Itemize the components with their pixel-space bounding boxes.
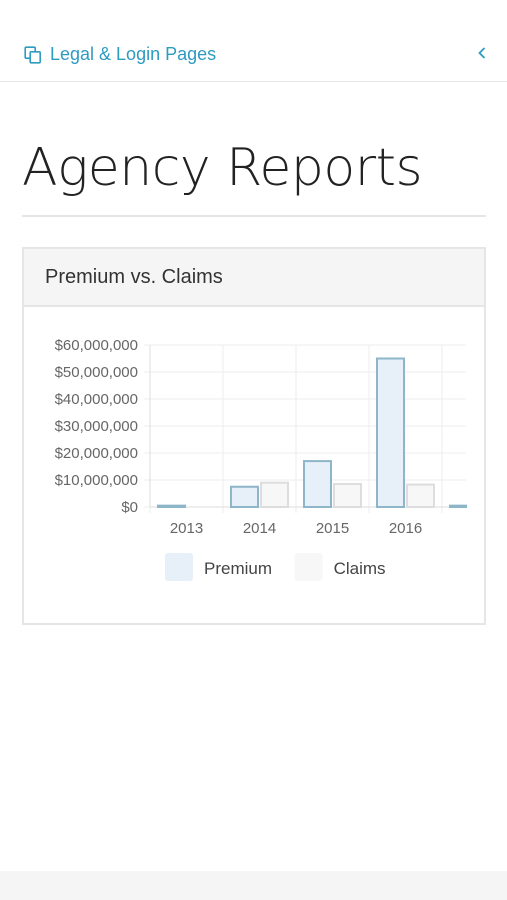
bar-premium xyxy=(157,504,186,508)
top-bar: Legal & Login Pages xyxy=(0,0,507,82)
x-tick-label: 2014 xyxy=(243,520,276,537)
footer-band xyxy=(0,871,507,900)
bar-premium xyxy=(449,504,467,508)
bar-premium xyxy=(376,357,405,508)
x-tick-label: 2016 xyxy=(389,520,422,537)
breadcrumb-label: Legal & Login Pages xyxy=(50,44,217,64)
y-tick-label: $30,000,000 xyxy=(55,418,138,435)
chevron-left-icon xyxy=(478,47,486,59)
bar-claims xyxy=(406,483,435,508)
copy-pages-icon xyxy=(24,45,41,64)
bar-premium xyxy=(230,485,259,508)
y-tick-label: $20,000,000 xyxy=(55,445,138,462)
breadcrumb-link[interactable]: Legal & Login Pages xyxy=(24,44,216,65)
x-tick-label: 2013 xyxy=(170,520,203,537)
page-title: Agency Reports xyxy=(22,138,423,198)
bar-claims xyxy=(333,483,362,509)
premium-claims-chart: $0 $10,000,000 $20,000,000 $30,000,000 $40,0… xyxy=(55,337,467,581)
y-tick-label: $10,000,000 xyxy=(55,472,138,489)
bar-premium xyxy=(303,460,332,509)
legend-label-premium: Premium xyxy=(204,559,272,578)
y-tick-label: $0 xyxy=(121,499,138,516)
legend-label-claims: Claims xyxy=(334,559,386,578)
chart-panel: Premium vs. Claims $0 $10,000,000 $20,000,… xyxy=(22,247,486,625)
collapse-button[interactable] xyxy=(475,44,489,62)
legend-swatch-premium xyxy=(165,553,193,581)
y-tick-label: $40,000,000 xyxy=(55,391,138,408)
y-tick-label: $50,000,000 xyxy=(55,364,138,381)
legend-swatch-claims xyxy=(294,553,323,581)
title-divider xyxy=(22,215,486,217)
x-tick-label: 2015 xyxy=(316,520,349,537)
bar-claims xyxy=(260,481,289,508)
y-tick-label: $60,000,000 xyxy=(55,337,138,354)
